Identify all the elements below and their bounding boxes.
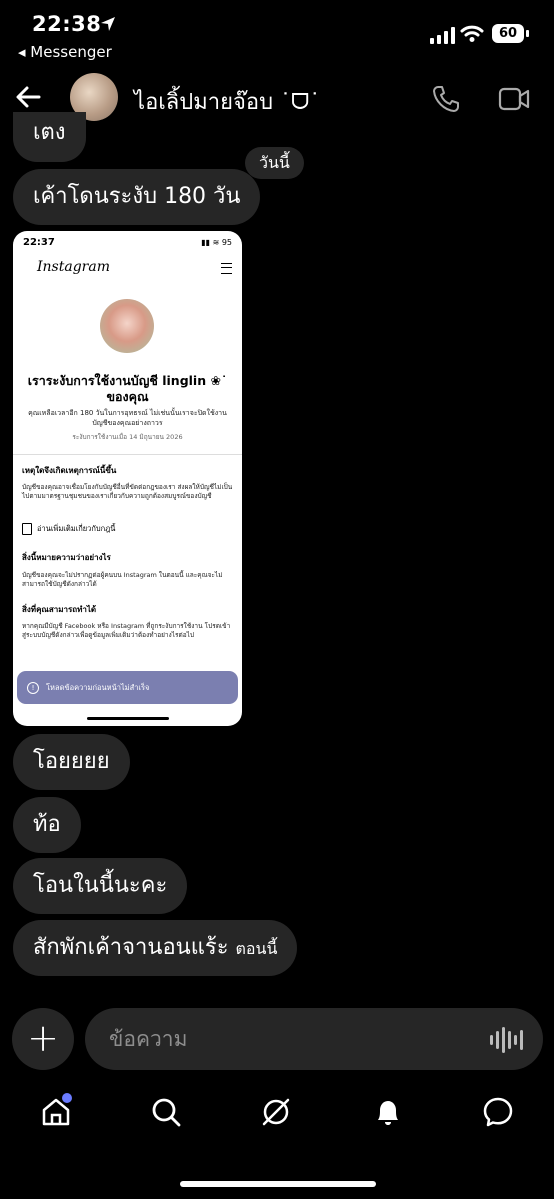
shot-link-label: อ่านเพิ่มเติมเกี่ยวกับกฎนี้ xyxy=(37,524,116,533)
add-attachment-button[interactable]: + xyxy=(12,1008,74,1070)
shot-toast-text: โหลดข้อความก่อนหน้าไม่สำเร็จ xyxy=(46,682,150,692)
menu-icon xyxy=(221,263,232,274)
video-call-icon[interactable] xyxy=(498,86,530,112)
message-bubble[interactable]: เค้าโดนระงับ 180 วัน xyxy=(13,169,261,225)
shot-home-indicator xyxy=(87,717,169,720)
shot-section-body: บัญชีของคุณจะไม่ปรากฏต่อผู้คนบน Instagra… xyxy=(22,571,223,588)
message-suffix: ตอนนี้ xyxy=(235,939,278,958)
shot-rule-link: อ่านเพิ่มเติมเกี่ยวกับกฎนี้ xyxy=(22,523,115,535)
message-bubble[interactable]: โอนในนี้นะคะ xyxy=(13,858,188,914)
shot-section-body: หากคุณมีบัญชี Facebook หรือ Instagram ที… xyxy=(22,622,231,639)
voice-message-icon[interactable] xyxy=(490,1027,523,1053)
shot-heading: เราระงับการใช้งานบัญชี linglin ❀˙ ของคุณ xyxy=(27,373,228,404)
search-icon[interactable] xyxy=(150,1096,182,1128)
conversation-title[interactable]: ไอเลิ้ปมายจ๊อบ ˙ᗜ˙ xyxy=(134,84,320,119)
message-reaction-pill[interactable]: วันนี้ xyxy=(245,147,304,179)
explore-icon[interactable] xyxy=(260,1096,292,1128)
status-time: 22:38 xyxy=(32,12,102,36)
shot-time: 22:37 xyxy=(23,237,55,248)
shot-section-title: เหตุใดจึงเกิดเหตุการณ์นี้ขึ้น xyxy=(22,466,117,475)
wifi-icon xyxy=(460,25,484,42)
message-bubble[interactable]: โอยยยย xyxy=(13,734,130,790)
message-text: สักพักเค้าจานอนแร้ะ xyxy=(33,935,229,960)
shot-date: ระงับการใช้งานเมื่อ 14 มิถุนายน 2026 xyxy=(72,433,183,441)
message-bubble[interactable]: ท้อ xyxy=(13,797,81,853)
back-arrow-icon[interactable] xyxy=(14,82,42,112)
location-arrow-icon xyxy=(101,17,115,31)
message-bubble[interactable]: สักพักเค้าจานอนแร้ะ ตอนนี้ xyxy=(13,920,298,976)
notification-dot xyxy=(62,1093,72,1103)
divider xyxy=(13,454,242,455)
shared-screenshot-image[interactable]: 22:37 ▮▮ ≋ 95 Instagram เราระงับการใช้งา… xyxy=(13,231,242,726)
messages-icon[interactable] xyxy=(482,1096,514,1128)
shot-section-body: บัญชีของคุณอาจเชื่อมโยงกับบัญชีอื่นที่ขั… xyxy=(22,483,233,500)
shot-subtitle: คุณเหลือเวลาอีก 180 วันในการอุทธรณ์ ไม่เ… xyxy=(28,409,227,427)
message-input[interactable] xyxy=(107,1020,481,1058)
shot-status-icons: ▮▮ ≋ 95 xyxy=(201,238,232,247)
instagram-logo: Instagram xyxy=(37,259,110,275)
info-icon: ! xyxy=(27,681,39,694)
home-indicator xyxy=(180,1181,376,1187)
notifications-icon[interactable] xyxy=(372,1096,404,1128)
back-to-app-link[interactable]: ◂ Messenger xyxy=(18,43,112,61)
battery-icon: 60 xyxy=(492,24,524,43)
message-bubble[interactable]: เตง xyxy=(13,112,86,162)
phone-call-icon[interactable] xyxy=(432,85,460,113)
profile-picture xyxy=(100,299,154,353)
document-icon xyxy=(22,523,32,535)
shot-section-title: สิ่งที่คุณสามารถทำได้ xyxy=(22,605,97,614)
signal-icon xyxy=(430,26,455,44)
battery-tip xyxy=(526,30,529,37)
shot-section-title: สิ่งนี้หมายความว่าอย่างไร xyxy=(22,553,111,562)
message-composer[interactable] xyxy=(85,1008,543,1070)
shot-error-toast: ! โหลดข้อความก่อนหน้าไม่สำเร็จ xyxy=(17,671,238,704)
